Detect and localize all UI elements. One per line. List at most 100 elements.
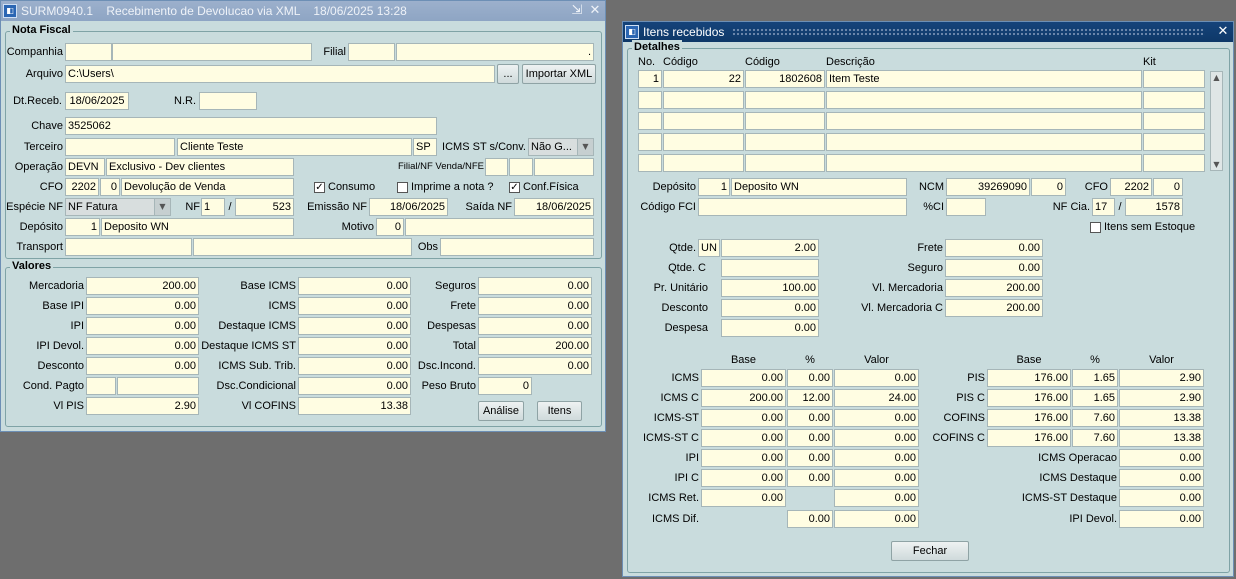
chevron-down-icon[interactable]: ▼ <box>154 199 170 215</box>
vl-cofins-field[interactable]: 13.38 <box>298 397 411 415</box>
ipi-c-pct-field[interactable]: 0.00 <box>787 469 833 487</box>
motivo-desc-field[interactable] <box>405 218 594 236</box>
icms-c-pct-field[interactable]: 12.00 <box>787 389 833 407</box>
consumo-checkbox[interactable]: ✓ Consumo <box>314 179 375 195</box>
row-no[interactable] <box>638 91 662 109</box>
cfo-desc-field[interactable]: Devolução de Venda <box>121 178 294 196</box>
icms-st-pct-field[interactable]: 0.00 <box>787 409 833 427</box>
browse-button[interactable]: ... <box>497 64 519 84</box>
imprime-nota-checkbox[interactable]: Imprime a nota ? <box>397 179 494 195</box>
nr-field[interactable] <box>199 92 257 110</box>
icms-ret-valor-field[interactable]: 0.00 <box>834 489 919 507</box>
dt-receb-field[interactable]: 18/06/2025 <box>65 92 129 110</box>
icms-operacao-field[interactable]: 0.00 <box>1119 449 1204 467</box>
icms-st-c-base-field[interactable]: 0.00 <box>701 429 786 447</box>
seguros-field[interactable]: 0.00 <box>478 277 592 295</box>
frete-field[interactable]: 0.00 <box>945 239 1043 257</box>
operacao-code-field[interactable]: DEVN <box>65 158 105 176</box>
close-icon[interactable]: ✕ <box>1215 24 1231 40</box>
row-codigo1[interactable] <box>663 154 744 172</box>
checkbox-box[interactable]: ✓ <box>314 181 325 193</box>
icms-c-base-field[interactable]: 200.00 <box>701 389 786 407</box>
row-no[interactable]: 1 <box>638 70 662 88</box>
transport-code-field[interactable] <box>65 238 192 256</box>
icms-pct-field[interactable]: 0.00 <box>787 369 833 387</box>
icms-field[interactable]: 0.00 <box>298 297 411 315</box>
ipi-pct-field[interactable]: 0.00 <box>787 449 833 467</box>
pis-c-pct-field[interactable]: 1.65 <box>1072 389 1118 407</box>
companhia-code-field[interactable] <box>65 43 112 61</box>
companhia-name-field[interactable] <box>112 43 312 61</box>
row-kit[interactable] <box>1143 91 1205 109</box>
terceiro-name-field[interactable]: Cliente Teste <box>177 138 412 156</box>
icms-st-c-pct-field[interactable]: 0.00 <box>787 429 833 447</box>
nf-cia-serie-field[interactable]: 17 <box>1092 198 1115 216</box>
dsc-condicional-field[interactable]: 0.00 <box>298 377 411 395</box>
scroll-down-icon[interactable]: ▼ <box>1211 159 1222 170</box>
ncm-code-field[interactable]: 39269090 <box>946 178 1030 196</box>
despesas-field[interactable]: 0.00 <box>478 317 592 335</box>
row-codigo1[interactable] <box>663 112 744 130</box>
scroll-up-icon[interactable]: ▲ <box>1211 72 1222 83</box>
row-no[interactable] <box>638 154 662 172</box>
frete-field[interactable]: 0.00 <box>478 297 592 315</box>
row-kit[interactable] <box>1143 112 1205 130</box>
row-descricao[interactable] <box>826 133 1142 151</box>
cond-pagto-desc-field[interactable] <box>117 377 199 395</box>
row-kit[interactable] <box>1143 154 1205 172</box>
icms-valor-field[interactable]: 0.00 <box>834 369 919 387</box>
peso-bruto-field[interactable]: 0 <box>478 377 532 395</box>
ncm-seq-field[interactable]: 0 <box>1031 178 1066 196</box>
icms-ret-base-field[interactable]: 0.00 <box>701 489 786 507</box>
row-descricao[interactable] <box>826 154 1142 172</box>
filial-nf-field-1[interactable] <box>485 158 508 176</box>
vl-mercadoria-c-field[interactable]: 200.00 <box>945 299 1043 317</box>
icms-st-select[interactable]: Não G... ▼ <box>528 138 594 156</box>
despesa-field[interactable]: 0.00 <box>721 319 819 337</box>
itens-titlebar[interactable]: ◧ Itens recebidos ✕ <box>623 22 1233 42</box>
icms-st-valor-field[interactable]: 0.00 <box>834 409 919 427</box>
pis-c-base-field[interactable]: 176.00 <box>987 389 1071 407</box>
icms-base-field[interactable]: 0.00 <box>701 369 786 387</box>
qtde-unit-field[interactable]: UN <box>698 239 720 257</box>
cofins-c-valor-field[interactable]: 13.38 <box>1119 429 1204 447</box>
table-scrollbar[interactable]: ▲ ▼ <box>1210 71 1223 171</box>
main-titlebar[interactable]: ◧ SURM0940.1 Recebimento de Devolucao vi… <box>1 1 605 21</box>
ipi-field[interactable]: 0.00 <box>86 317 199 335</box>
row-descricao[interactable]: Item Teste <box>826 70 1142 88</box>
row-descricao[interactable] <box>826 112 1142 130</box>
vl-mercadoria-field[interactable]: 200.00 <box>945 279 1043 297</box>
row-codigo2[interactable] <box>745 112 825 130</box>
row-codigo2[interactable] <box>745 91 825 109</box>
cfo-seq-field[interactable]: 0 <box>1153 178 1183 196</box>
terceiro-uf-field[interactable]: SP <box>413 138 437 156</box>
row-codigo2[interactable] <box>745 133 825 151</box>
icms-dif-valor-field[interactable]: 0.00 <box>834 510 919 528</box>
pis-pct-field[interactable]: 1.65 <box>1072 369 1118 387</box>
cofins-base-field[interactable]: 176.00 <box>987 409 1071 427</box>
row-kit[interactable] <box>1143 133 1205 151</box>
close-icon[interactable]: ✕ <box>587 3 603 19</box>
pis-base-field[interactable]: 176.00 <box>987 369 1071 387</box>
motivo-code-field[interactable]: 0 <box>376 218 404 236</box>
deposito-code-field[interactable]: 1 <box>65 218 100 236</box>
saida-nf-field[interactable]: 18/06/2025 <box>514 198 594 216</box>
arquivo-field[interactable]: C:\Users\ <box>65 65 495 83</box>
deposito-name-field[interactable]: Deposito WN <box>101 218 294 236</box>
pis-c-valor-field[interactable]: 2.90 <box>1119 389 1204 407</box>
itens-sem-estoque-checkbox[interactable]: Itens sem Estoque <box>1090 219 1195 235</box>
qtde-field[interactable]: 2.00 <box>721 239 819 257</box>
seguro-field[interactable]: 0.00 <box>945 259 1043 277</box>
ipi-devol-field[interactable]: 0.00 <box>86 337 199 355</box>
mercadoria-field[interactable]: 200.00 <box>86 277 199 295</box>
ipi-valor-field[interactable]: 0.00 <box>834 449 919 467</box>
itens-button[interactable]: Itens <box>537 401 582 421</box>
row-codigo1[interactable] <box>663 91 744 109</box>
ipi-c-valor-field[interactable]: 0.00 <box>834 469 919 487</box>
cofins-pct-field[interactable]: 7.60 <box>1072 409 1118 427</box>
ipi-c-base-field[interactable]: 0.00 <box>701 469 786 487</box>
row-codigo1[interactable] <box>663 133 744 151</box>
chevron-down-icon[interactable]: ▼ <box>577 139 593 155</box>
filial-name-field[interactable]: . <box>396 43 594 61</box>
conf-fisica-checkbox[interactable]: ✓ Conf.Física <box>509 179 579 195</box>
